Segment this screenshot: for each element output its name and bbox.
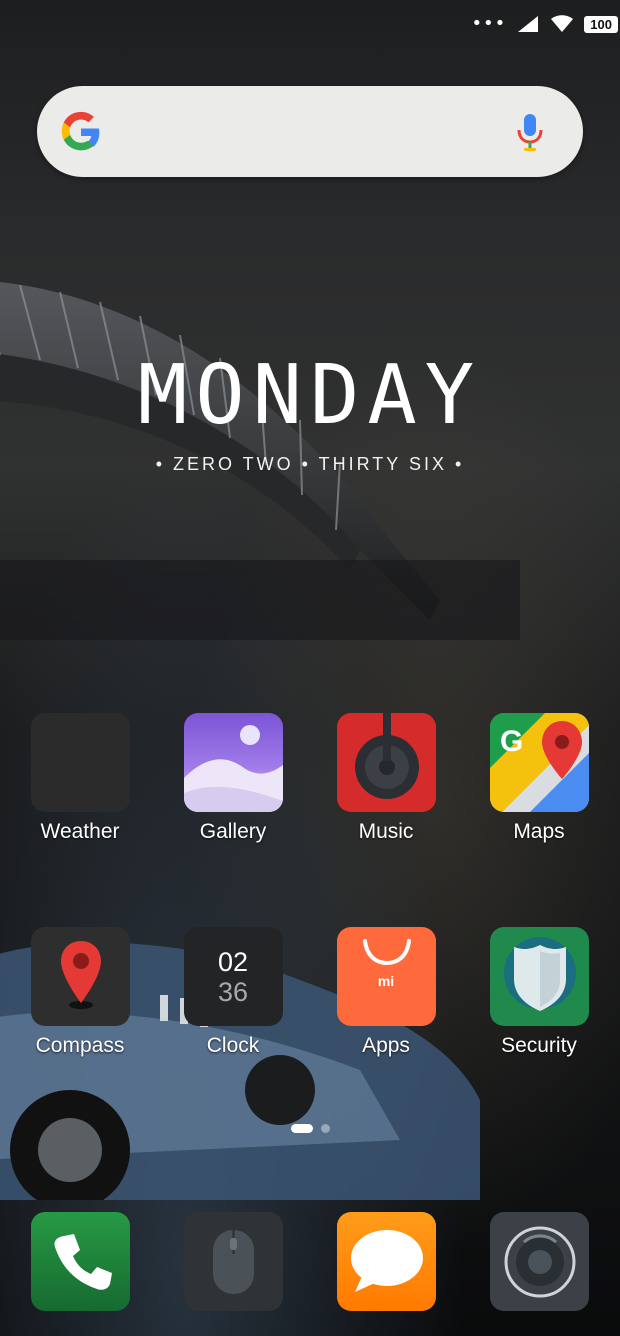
clock-minute: 36 [217, 976, 249, 1007]
mi-store-icon: mi [336, 927, 436, 1026]
app-maps[interactable]: G Maps [469, 713, 609, 844]
google-icon [61, 111, 100, 151]
app-music[interactable]: Music [316, 713, 456, 844]
dock-phone-icon[interactable] [31, 1212, 130, 1311]
app-label: Maps [513, 820, 565, 843]
gallery-icon [183, 713, 283, 812]
mouse-icon [213, 1230, 254, 1294]
home-screen: ••• 100 MONDAY • ZERO TWO • THIRTY SIX •… [0, 0, 620, 1336]
page-dot-active[interactable] [290, 1124, 313, 1133]
security-shield-icon [489, 927, 589, 1026]
weekday-text: MONDAY [137, 348, 483, 443]
app-label: Gallery [199, 820, 267, 843]
app-weather[interactable]: Weather [10, 713, 150, 844]
svg-text:G: G [500, 725, 523, 758]
app-gallery[interactable]: Gallery [163, 713, 303, 844]
mi-badge: mi [377, 973, 395, 989]
notification-dots: ••• [471, 13, 507, 34]
app-label: Clock [206, 1034, 260, 1057]
app-label: Music [358, 820, 414, 843]
compass-icon [30, 927, 130, 1026]
maps-icon: G [489, 713, 589, 812]
time-in-words: • ZERO TWO • THIRTY SIX • [155, 454, 465, 474]
microphone-icon[interactable] [515, 112, 545, 152]
dock-messaging-icon[interactable] [337, 1212, 436, 1311]
page-dot[interactable] [320, 1124, 330, 1133]
clock-icon: 02 36 [183, 927, 283, 1026]
dock-mouse-icon[interactable] [184, 1212, 283, 1311]
app-compass[interactable]: Compass [10, 927, 150, 1058]
google-search-bar[interactable] [37, 86, 583, 177]
phone-icon [54, 1234, 112, 1290]
music-icon [336, 713, 436, 812]
app-security[interactable]: Security [469, 927, 609, 1058]
app-label: Compass [35, 1034, 125, 1057]
camera-icon [504, 1226, 576, 1298]
page-indicator [0, 1124, 620, 1133]
wifi-icon [551, 15, 574, 32]
battery-indicator: 100 [584, 15, 618, 33]
app-label: Security [501, 1034, 577, 1057]
app-label: Weather [40, 820, 120, 843]
dock-camera-icon[interactable] [490, 1212, 589, 1311]
cellular-signal-icon [518, 16, 539, 32]
weather-icon [30, 713, 130, 812]
clock-hour: 02 [217, 946, 249, 977]
messaging-icon [351, 1230, 423, 1292]
app-clock[interactable]: 02 36 Clock [163, 927, 303, 1058]
status-bar: ••• 100 [471, 12, 620, 36]
app-mi-store[interactable]: mi Apps [316, 927, 456, 1058]
app-label: Apps [362, 1034, 410, 1057]
